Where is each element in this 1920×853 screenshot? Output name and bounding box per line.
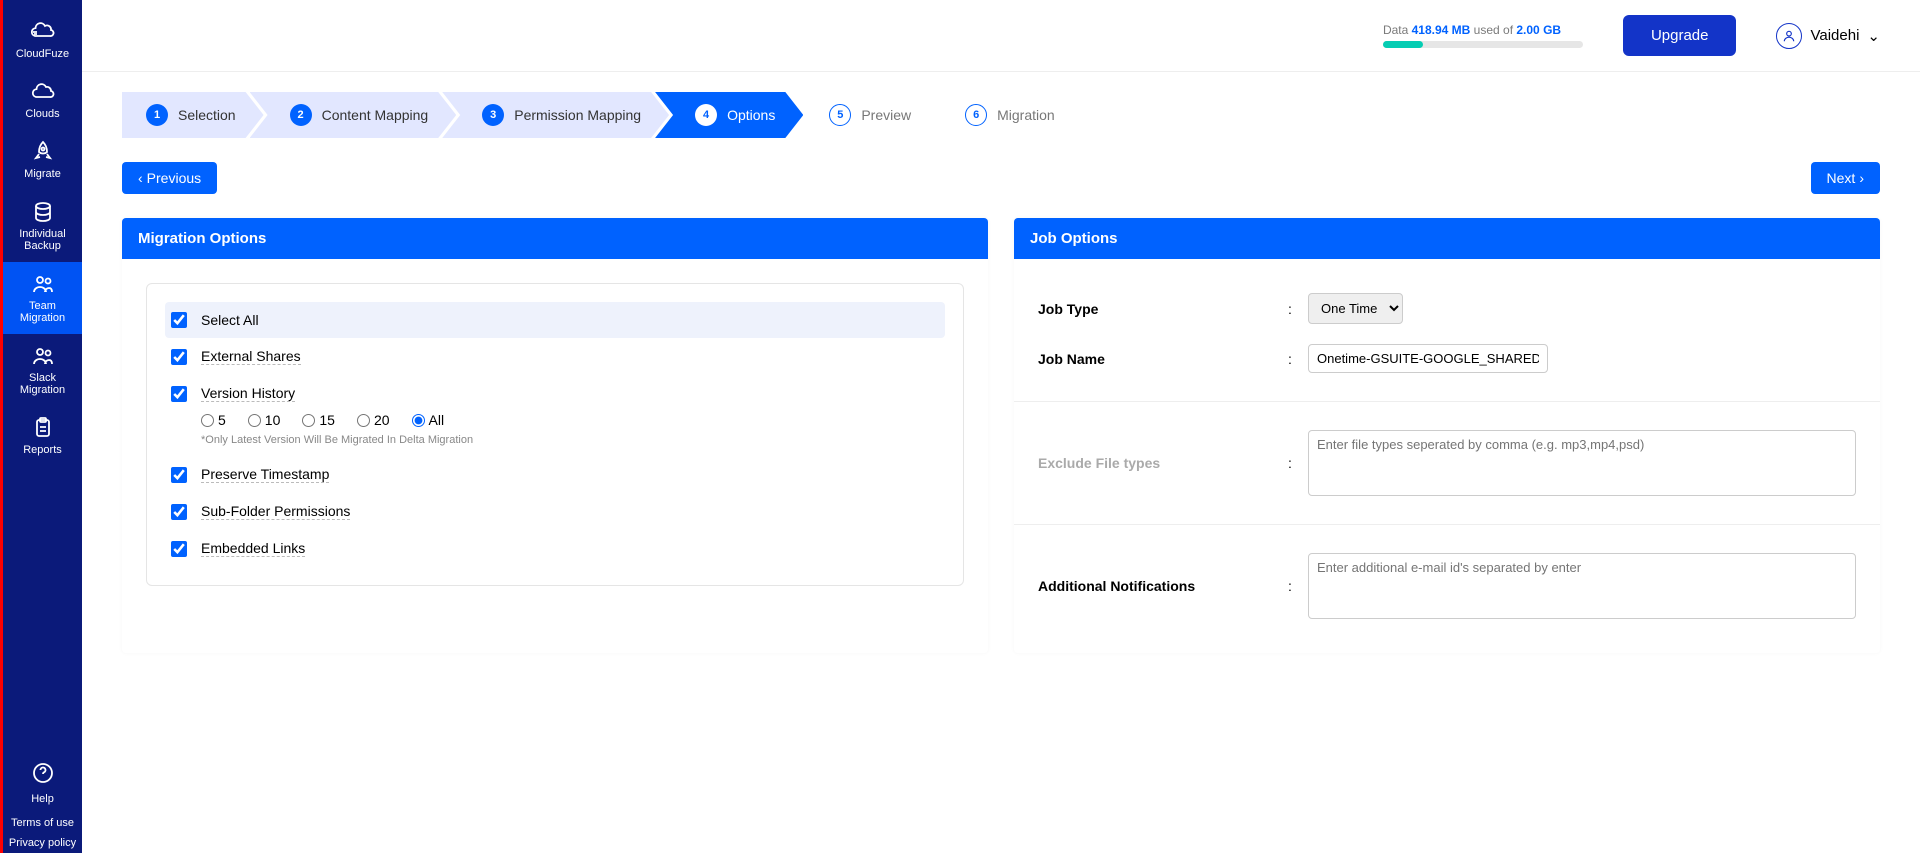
step-migration[interactable]: 6 Migration bbox=[925, 92, 1083, 138]
vh-radio-10[interactable]: 10 bbox=[248, 412, 281, 428]
step-label: Permission Mapping bbox=[514, 107, 641, 123]
vh-radio-20[interactable]: 20 bbox=[357, 412, 390, 428]
job-type-select[interactable]: One Time bbox=[1308, 293, 1403, 324]
step-label: Preview bbox=[861, 107, 911, 123]
sidebar-item-clouds[interactable]: Clouds bbox=[3, 70, 82, 130]
select-all-row: Select All bbox=[165, 302, 945, 338]
job-options-title: Job Options bbox=[1014, 218, 1880, 259]
embedded-links-label: Embedded Links bbox=[201, 540, 305, 557]
version-history-options: 5 10 15 20 All bbox=[165, 412, 945, 428]
sidebar-help-label: Help bbox=[31, 789, 54, 809]
sidebar: CloudFuze Clouds Migrate Individual Back… bbox=[0, 0, 82, 853]
users-icon bbox=[31, 344, 55, 368]
step-label: Selection bbox=[178, 107, 236, 123]
sidebar-item-reports[interactable]: Reports bbox=[3, 406, 82, 466]
job-name-label: Job Name bbox=[1038, 351, 1288, 367]
sidebar-item-label: Migrate bbox=[24, 168, 61, 180]
clipboard-icon bbox=[31, 416, 55, 440]
step-content-mapping[interactable]: 2 Content Mapping bbox=[250, 92, 457, 138]
cloudfuze-logo-icon bbox=[31, 20, 55, 44]
user-name: Vaidehi bbox=[1810, 27, 1859, 44]
job-name-row: Job Name : bbox=[1038, 334, 1856, 383]
vh-radio-all[interactable]: All bbox=[412, 412, 445, 428]
next-button[interactable]: Next › bbox=[1811, 162, 1880, 194]
migration-options-panel: Migration Options Select All External Sh… bbox=[122, 218, 988, 653]
sidebar-item-help[interactable]: Help bbox=[3, 757, 82, 813]
external-shares-label: External Shares bbox=[201, 348, 301, 365]
vh-radio-15[interactable]: 15 bbox=[302, 412, 335, 428]
cloud-icon bbox=[31, 80, 55, 104]
sidebar-item-label: Reports bbox=[23, 444, 62, 456]
nav-buttons: ‹ Previous Next › bbox=[122, 162, 1880, 194]
sub-folder-permissions-label: Sub-Folder Permissions bbox=[201, 503, 350, 520]
migration-options-title: Migration Options bbox=[122, 218, 988, 259]
user-menu[interactable]: Vaidehi ⌄ bbox=[1776, 23, 1880, 49]
topbar: Data 418.94 MB used of 2.00 GB Upgrade V… bbox=[82, 0, 1920, 72]
sidebar-privacy[interactable]: Privacy policy bbox=[3, 833, 82, 853]
database-icon bbox=[31, 200, 55, 224]
preserve-timestamp-row: Preserve Timestamp bbox=[165, 456, 945, 493]
step-label: Migration bbox=[997, 107, 1055, 123]
sidebar-logo[interactable]: CloudFuze bbox=[3, 10, 82, 70]
sidebar-item-label: Team Migration bbox=[7, 300, 78, 324]
sidebar-item-team-migration[interactable]: Team Migration bbox=[3, 262, 82, 334]
sub-folder-permissions-checkbox[interactable] bbox=[171, 504, 187, 520]
sidebar-item-label: Slack Migration bbox=[7, 372, 78, 396]
sidebar-item-label: Clouds bbox=[25, 108, 59, 120]
help-icon bbox=[31, 761, 55, 785]
job-type-row: Job Type : One Time bbox=[1038, 283, 1856, 334]
preserve-timestamp-label: Preserve Timestamp bbox=[201, 466, 329, 483]
embedded-links-row: Embedded Links bbox=[165, 530, 945, 567]
sidebar-item-slack-migration[interactable]: Slack Migration bbox=[3, 334, 82, 406]
chevron-down-icon: ⌄ bbox=[1867, 27, 1880, 45]
rocket-icon bbox=[31, 140, 55, 164]
step-preview[interactable]: 5 Preview bbox=[789, 92, 939, 138]
sidebar-item-migrate[interactable]: Migrate bbox=[3, 130, 82, 190]
data-usage: Data 418.94 MB used of 2.00 GB bbox=[1383, 23, 1583, 48]
step-selection[interactable]: 1 Selection bbox=[122, 92, 264, 138]
step-permission-mapping[interactable]: 3 Permission Mapping bbox=[442, 92, 669, 138]
users-icon bbox=[31, 272, 55, 296]
notifications-input[interactable] bbox=[1308, 553, 1856, 619]
sidebar-item-individual-backup[interactable]: Individual Backup bbox=[3, 190, 82, 262]
step-options[interactable]: 4 Options bbox=[655, 92, 803, 138]
preserve-timestamp-checkbox[interactable] bbox=[171, 467, 187, 483]
sidebar-logo-label: CloudFuze bbox=[16, 48, 69, 60]
exclude-filetypes-row: Exclude File types : bbox=[1038, 420, 1856, 506]
select-all-checkbox[interactable] bbox=[171, 312, 187, 328]
exclude-input[interactable] bbox=[1308, 430, 1856, 496]
chevron-left-icon: ‹ bbox=[138, 170, 143, 186]
sidebar-terms[interactable]: Terms of use bbox=[3, 813, 82, 833]
upgrade-button[interactable]: Upgrade bbox=[1623, 15, 1737, 56]
data-prefix: Data bbox=[1383, 23, 1412, 37]
embedded-links-checkbox[interactable] bbox=[171, 541, 187, 557]
job-options-panel: Job Options Job Type : One Time Job Name… bbox=[1014, 218, 1880, 653]
stepper: 1 Selection 2 Content Mapping 3 Permissi… bbox=[122, 92, 1880, 138]
version-history-row: Version History bbox=[165, 375, 945, 412]
sub-folder-permissions-row: Sub-Folder Permissions bbox=[165, 493, 945, 530]
notifications-label: Additional Notifications bbox=[1038, 578, 1288, 594]
job-name-input[interactable] bbox=[1308, 344, 1548, 373]
sidebar-item-label: Individual Backup bbox=[7, 228, 78, 252]
vh-radio-5[interactable]: 5 bbox=[201, 412, 226, 428]
data-total-value: 2.00 GB bbox=[1516, 23, 1561, 37]
job-type-label: Job Type bbox=[1038, 301, 1288, 317]
previous-button[interactable]: ‹ Previous bbox=[122, 162, 217, 194]
chevron-right-icon: › bbox=[1859, 170, 1864, 186]
select-all-label: Select All bbox=[201, 312, 259, 328]
step-label: Content Mapping bbox=[322, 107, 429, 123]
external-shares-checkbox[interactable] bbox=[171, 349, 187, 365]
version-history-label: Version History bbox=[201, 385, 295, 402]
notifications-row: Additional Notifications : bbox=[1038, 543, 1856, 629]
user-icon bbox=[1776, 23, 1802, 49]
data-used-value: 418.94 MB bbox=[1412, 23, 1471, 37]
exclude-label: Exclude File types bbox=[1038, 455, 1288, 471]
version-history-note: *Only Latest Version Will Be Migrated In… bbox=[165, 428, 945, 456]
data-middle: used of bbox=[1474, 23, 1517, 37]
version-history-checkbox[interactable] bbox=[171, 386, 187, 402]
data-progress bbox=[1383, 41, 1583, 48]
external-shares-row: External Shares bbox=[165, 338, 945, 375]
step-label: Options bbox=[727, 107, 775, 123]
